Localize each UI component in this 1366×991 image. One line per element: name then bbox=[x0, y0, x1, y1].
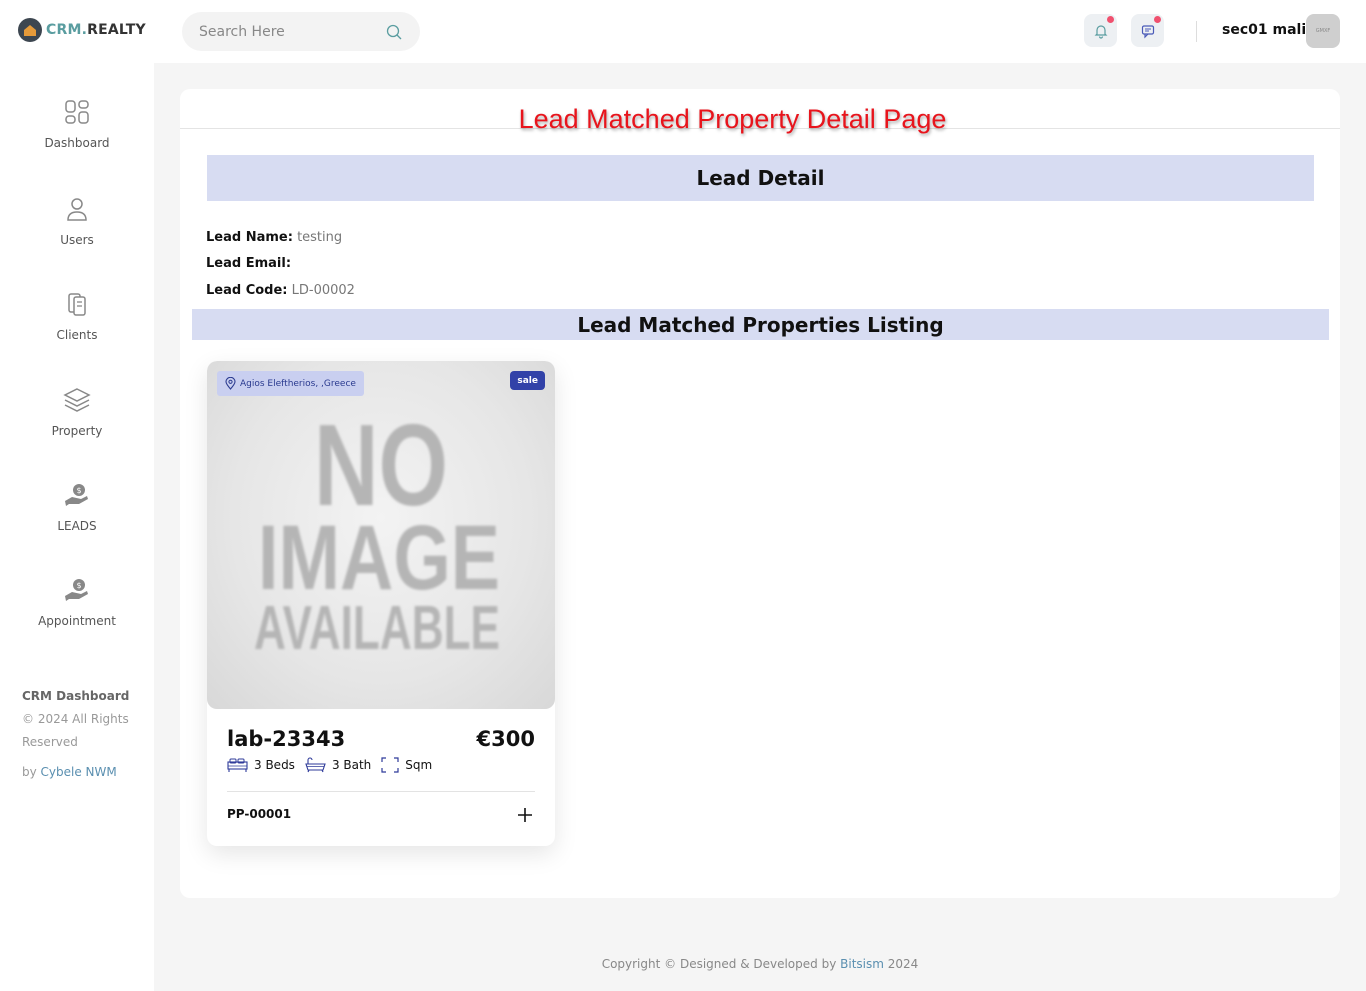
location-badge: Agios Eleftherios, ,Greece bbox=[217, 371, 364, 396]
matched-properties-heading: Lead Matched Properties Listing bbox=[192, 309, 1329, 340]
main-card: Lead Matched Property Detail Page Lead D… bbox=[180, 89, 1340, 898]
footer-brand-link[interactable]: Bitsism bbox=[840, 957, 884, 971]
sidebar-footer-by-prefix: by bbox=[22, 765, 41, 779]
search-box bbox=[182, 12, 420, 51]
baths-count: 3 Bath bbox=[331, 758, 372, 772]
property-name[interactable]: lab-23343 bbox=[227, 727, 345, 751]
sidebar-item-label: Dashboard bbox=[44, 136, 110, 150]
sidebar-item-appointment[interactable]: $ Appointment bbox=[0, 575, 154, 628]
location-pin-icon bbox=[225, 377, 236, 390]
house-logo-icon bbox=[18, 18, 42, 42]
dashboard-icon bbox=[62, 97, 92, 127]
property-card[interactable]: NO IMAGE AVAILABLE Agios Eleftherios, ,G… bbox=[207, 361, 555, 846]
clients-icon bbox=[62, 289, 92, 319]
beds-count: 3 Beds bbox=[254, 758, 295, 772]
footer-prefix: Copyright © Designed & Developed by bbox=[601, 957, 841, 971]
sidebar-item-label: Users bbox=[60, 233, 94, 247]
lead-name-label: Lead Name: bbox=[206, 230, 293, 245]
chat-icon bbox=[1141, 24, 1154, 38]
status-badge: sale bbox=[510, 371, 545, 390]
property-card-divider bbox=[227, 791, 535, 792]
svg-text:$: $ bbox=[76, 486, 81, 495]
sidebar-item-label: Clients bbox=[56, 328, 98, 342]
sidebar-item-property[interactable]: Property bbox=[0, 385, 154, 438]
plus-icon bbox=[518, 808, 532, 822]
property-amenities: 3 Beds 3 Bath Sqm bbox=[227, 757, 442, 773]
sidebar-footer-rights-1: © 2024 All Rights bbox=[22, 712, 129, 726]
notification-dot bbox=[1107, 16, 1114, 23]
brand-logo[interactable]: CRM.REALTY bbox=[18, 18, 146, 42]
no-image-placeholder: NO IMAGE AVAILABLE bbox=[254, 400, 500, 663]
lead-name-field: Lead Name: testing bbox=[206, 230, 342, 245]
avatar[interactable]: GMXF bbox=[1306, 14, 1340, 48]
beds-amenity: 3 Beds bbox=[227, 757, 295, 773]
notifications-button[interactable] bbox=[1084, 14, 1117, 47]
add-property-button[interactable] bbox=[517, 807, 533, 823]
lead-email-label: Lead Email: bbox=[206, 256, 292, 271]
location-text: Agios Eleftherios, ,Greece bbox=[240, 378, 356, 389]
user-name[interactable]: sec01 mali bbox=[1222, 22, 1306, 38]
sidebar-item-leads[interactable]: $ LEADS bbox=[0, 480, 154, 533]
lead-detail-heading: Lead Detail bbox=[207, 155, 1314, 201]
lead-email-field: Lead Email: bbox=[206, 256, 291, 271]
page-title: Lead Matched Property Detail Page bbox=[518, 104, 947, 134]
top-bar: CRM.REALTY sec01 mali GMXF bbox=[0, 0, 1366, 63]
sidebar: Dashboard Users Clients Property $ LEADS… bbox=[0, 63, 154, 991]
bed-icon bbox=[227, 758, 248, 772]
bell-icon bbox=[1094, 24, 1107, 39]
user-icon bbox=[62, 194, 92, 224]
area-unit: Sqm bbox=[405, 758, 433, 772]
area-amenity: Sqm bbox=[381, 757, 432, 773]
sidebar-footer-title: CRM Dashboard bbox=[22, 689, 130, 703]
layers-icon bbox=[62, 385, 92, 415]
sidebar-item-label: LEADS bbox=[57, 519, 97, 533]
search-icon[interactable] bbox=[385, 23, 403, 41]
message-dot bbox=[1154, 16, 1161, 23]
sidebar-item-label: Property bbox=[51, 424, 103, 438]
lead-code-field: Lead Code: LD-00002 bbox=[206, 283, 355, 298]
lead-code-label: Lead Code: bbox=[206, 283, 288, 298]
header-divider bbox=[1196, 21, 1197, 42]
brand-name-part1: CRM. bbox=[46, 22, 88, 38]
sidebar-footer-by: by Cybele NWM bbox=[22, 761, 129, 784]
property-image: NO IMAGE AVAILABLE bbox=[207, 361, 555, 709]
sidebar-item-label: Appointment bbox=[38, 614, 116, 628]
sidebar-item-clients[interactable]: Clients bbox=[0, 289, 154, 342]
sidebar-item-dashboard[interactable]: Dashboard bbox=[0, 97, 154, 150]
sidebar-footer-by-link[interactable]: Cybele NWM bbox=[41, 765, 117, 779]
brand-name: CRM.REALTY bbox=[46, 22, 146, 38]
baths-amenity: 3 Bath bbox=[305, 757, 371, 773]
appointment-icon: $ bbox=[62, 575, 92, 605]
lead-code-value: LD-00002 bbox=[291, 283, 355, 298]
area-icon bbox=[381, 757, 399, 773]
bath-icon bbox=[305, 757, 326, 773]
svg-text:$: $ bbox=[76, 581, 81, 590]
leads-icon: $ bbox=[62, 480, 92, 510]
property-code: PP-00001 bbox=[227, 807, 292, 821]
page-footer: Copyright © Designed & Developed by Bits… bbox=[154, 957, 1366, 971]
footer-year: 2024 bbox=[883, 957, 919, 971]
messages-button[interactable] bbox=[1131, 14, 1164, 47]
sidebar-footer-rights-2: Reserved bbox=[22, 735, 78, 749]
brand-name-part2: REALTY bbox=[87, 22, 146, 38]
no-image-line-3: AVAILABLE bbox=[254, 594, 500, 663]
sidebar-item-users[interactable]: Users bbox=[0, 194, 154, 247]
search-input[interactable] bbox=[199, 23, 385, 40]
property-price: €300 bbox=[476, 727, 535, 751]
sidebar-footer: CRM Dashboard © 2024 All Rights Reserved… bbox=[22, 685, 129, 784]
lead-name-value: testing bbox=[297, 230, 343, 245]
